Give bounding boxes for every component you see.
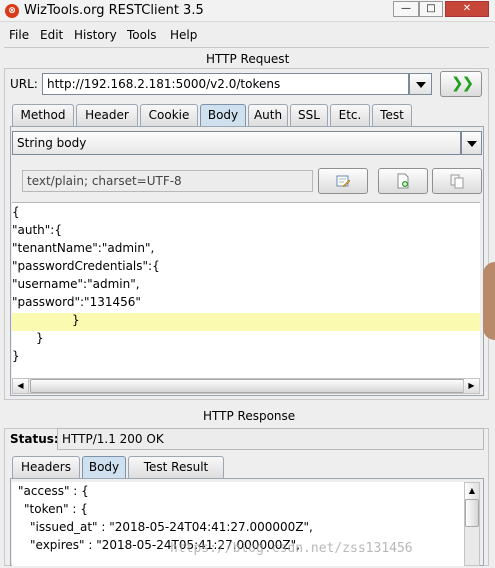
- body-line: }: [36, 331, 44, 345]
- watermark: https://blog.csdn.net/zss131456: [170, 541, 413, 556]
- request-horizontal-scrollbar[interactable]: ◀ ▶: [12, 378, 480, 394]
- menu-edit[interactable]: Edit: [40, 28, 63, 42]
- tab-header[interactable]: Header: [76, 104, 138, 126]
- chevron-down-icon: [416, 82, 426, 88]
- response-line: "token" : {: [24, 502, 88, 516]
- menu-file[interactable]: File: [9, 28, 29, 42]
- status-label: Status:: [10, 432, 59, 446]
- body-line: }: [72, 313, 80, 327]
- body-line: {: [12, 205, 20, 219]
- scroll-up-arrow-icon[interactable]: ▲: [465, 483, 479, 499]
- file-add-icon: [397, 173, 409, 189]
- tab-method[interactable]: Method: [12, 104, 74, 126]
- url-input[interactable]: http://192.168.2.181:5000/v2.0/tokens: [42, 73, 409, 95]
- tab-headers[interactable]: Headers: [12, 456, 80, 478]
- url-history-dropdown[interactable]: [409, 73, 432, 95]
- copy-body-button[interactable]: [432, 168, 482, 194]
- close-window-button[interactable]: ✕: [445, 1, 489, 17]
- edit-icon: [336, 175, 351, 188]
- body-line: "username":"admin",: [12, 277, 140, 291]
- tab-auth[interactable]: Auth: [248, 104, 288, 126]
- body-line: "password":"131456": [12, 295, 141, 309]
- request-section-title: HTTP Request: [206, 52, 290, 66]
- body-type-dropdown-button[interactable]: [461, 131, 482, 155]
- response-vertical-scrollbar[interactable]: ▲: [464, 482, 480, 566]
- menu-tools[interactable]: Tools: [127, 28, 157, 42]
- double-chevron-right-icon: ❯❯: [451, 74, 474, 92]
- url-label: URL:: [10, 77, 38, 91]
- body-line: }: [12, 349, 20, 363]
- side-decoration: [483, 262, 495, 340]
- wiztools-app-icon: ⊗: [5, 4, 19, 18]
- tab-test[interactable]: Test: [372, 104, 412, 126]
- send-request-button[interactable]: ❯❯: [440, 71, 482, 97]
- scroll-right-arrow-icon[interactable]: ▶: [463, 379, 479, 393]
- response-line: "access" : {: [18, 484, 89, 498]
- request-body-editor[interactable]: { "auth":{ "tenantName":"admin", "passwo…: [12, 202, 480, 378]
- minimize-button[interactable]: —: [393, 1, 419, 17]
- edit-content-type-button[interactable]: [318, 168, 368, 194]
- tab-etc[interactable]: Etc.: [330, 104, 370, 126]
- tab-response-body[interactable]: Body: [82, 456, 126, 478]
- scroll-left-arrow-icon[interactable]: ◀: [13, 379, 29, 393]
- body-line: "tenantName":"admin",: [12, 241, 155, 255]
- tab-cookie[interactable]: Cookie: [140, 104, 198, 126]
- menu-history[interactable]: History: [74, 28, 117, 42]
- tab-ssl[interactable]: SSL: [290, 104, 328, 126]
- title-bar: ⊗ WizTools.org RESTClient 3.5 — □ ✕: [0, 0, 495, 22]
- scroll-thumb[interactable]: [30, 379, 464, 393]
- body-line: "passwordCredentials":{: [12, 259, 160, 273]
- maximize-button[interactable]: □: [419, 1, 443, 17]
- chevron-down-icon: [467, 141, 477, 147]
- load-from-file-button[interactable]: [378, 168, 428, 194]
- menu-divider: [4, 47, 489, 48]
- tab-body[interactable]: Body: [200, 104, 246, 126]
- content-type-field: text/plain; charset=UTF-8: [22, 170, 313, 192]
- menu-help[interactable]: Help: [170, 28, 197, 42]
- window-title: WizTools.org RESTClient 3.5: [24, 3, 204, 18]
- tab-test-result[interactable]: Test Result: [128, 456, 224, 478]
- menu-bar: File Edit History Tools Help: [0, 24, 495, 46]
- body-type-select[interactable]: String body: [12, 131, 461, 155]
- current-line-highlight: [12, 313, 480, 331]
- response-line: "issued_at" : "2018-05-24T04:41:27.00000…: [30, 520, 313, 534]
- response-section-title: HTTP Response: [203, 409, 296, 423]
- copy-icon: [450, 174, 464, 189]
- scroll-thumb[interactable]: [465, 499, 479, 527]
- body-line: "auth":{: [12, 223, 62, 237]
- status-field: HTTP/1.1 200 OK: [57, 428, 484, 450]
